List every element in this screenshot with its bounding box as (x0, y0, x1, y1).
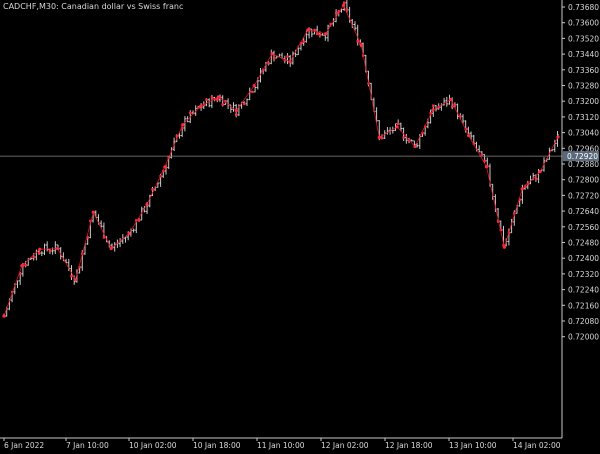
zigzag-point (377, 135, 381, 140)
price-tick-label: 0.72080 (568, 317, 599, 326)
zigzag-point (234, 109, 238, 113)
signal-marker (37, 251, 41, 255)
price-tick-label: 0.73440 (568, 50, 599, 59)
signal-marker (356, 40, 359, 43)
signal-marker (48, 249, 52, 253)
zigzag-point (73, 278, 78, 282)
current-price-label: 0.72920 (567, 152, 598, 161)
price-tick-label: 0.72480 (568, 239, 599, 248)
price-tick-label: 0.73520 (568, 34, 599, 43)
signal-marker (334, 11, 338, 15)
price-tick-label: 0.73120 (568, 113, 599, 122)
price-tick-label: 0.72560 (568, 223, 599, 232)
zigzag-point (145, 202, 149, 207)
signal-marker (402, 136, 405, 139)
signal-marker (534, 177, 538, 181)
zigzag-point (181, 123, 185, 127)
time-tick-label: 14 Jan 02:00 (513, 441, 561, 450)
zigzag-point (467, 133, 471, 138)
time-tick-label: 12 Jan 02:00 (321, 441, 369, 450)
signal-marker (70, 274, 73, 278)
zigzag-point (270, 52, 274, 56)
zigzag-point (538, 170, 542, 174)
signal-marker (272, 56, 276, 60)
time-tick-label: 13 Jan 10:00 (449, 441, 497, 450)
signal-marker (235, 113, 238, 116)
signal-marker (302, 40, 305, 43)
price-tick-label: 0.73360 (568, 66, 599, 75)
signal-marker (316, 32, 319, 35)
signal-marker (480, 153, 484, 156)
zigzag-point (556, 135, 560, 139)
price-chart[interactable]: 0.73680 0.73600 0.73520 0.73440 0.73360 0.732… (0, 0, 600, 450)
signal-marker (251, 90, 254, 94)
signal-marker (267, 62, 270, 65)
zigzag-point (91, 210, 95, 214)
zigzag-point (431, 108, 435, 112)
signal-marker (318, 33, 322, 37)
signal-marker (189, 111, 192, 115)
symbol-label: CADCHF,M30: (3, 2, 59, 11)
price-tick-label: 0.73680 (568, 3, 599, 12)
price-tick-label: 0.73280 (568, 82, 599, 91)
zigzag-point (198, 104, 203, 108)
zigzag-point (341, 3, 346, 7)
zigzag-point (484, 165, 489, 169)
signal-marker (343, 1, 346, 4)
time-tick-label: 10 Jan 02:00 (129, 441, 177, 450)
zigzag-point (395, 125, 399, 129)
time-tick-label: 6 Jan 2022 (4, 441, 44, 450)
signal-marker (286, 55, 289, 58)
zigzag-point (359, 44, 364, 48)
zigzag-point (216, 95, 221, 99)
zigzag-point (288, 60, 292, 64)
price-tick-label: 0.72880 (568, 160, 599, 169)
zigzag-point (306, 28, 310, 32)
signal-marker (451, 105, 454, 108)
price-tick-label: 0.73040 (568, 129, 599, 138)
signal-marker (210, 96, 214, 99)
signal-marker (216, 98, 219, 101)
signal-marker (397, 122, 400, 126)
price-tick-label: 0.73200 (568, 97, 599, 106)
price-tick-label: 0.72240 (568, 286, 599, 295)
signal-marker (432, 104, 435, 107)
zigzag-point (520, 187, 524, 191)
price-tick-label: 0.72320 (568, 270, 599, 279)
signal-marker (221, 103, 224, 106)
price-tick-label: 0.72720 (568, 191, 599, 200)
time-tick-label: 10 Jan 18:00 (193, 441, 241, 450)
chart-window[interactable]: 0.73680 0.73600 0.73520 0.73440 0.73360 0.732… (0, 0, 600, 450)
zigzag-point (56, 246, 60, 251)
zigzag-point (449, 98, 453, 102)
signal-marker (243, 102, 246, 105)
zigzag-point (502, 245, 506, 249)
zigzag-point (413, 144, 417, 149)
price-tick-label: 0.72640 (568, 207, 599, 216)
price-tick-label: 0.73600 (568, 19, 599, 28)
zigzag-point (324, 32, 328, 36)
price-tick-label: 0.72160 (568, 301, 599, 310)
chart-title: CADCHF,M30: Canadian dollar vs Swiss fra… (3, 2, 183, 11)
time-tick-label: 12 Jan 18:00 (385, 441, 433, 450)
price-tick-label: 0.72000 (568, 333, 599, 342)
signal-marker (380, 136, 384, 140)
zigzag-point (127, 231, 131, 236)
signal-marker (24, 263, 27, 267)
price-tick-label: 0.72400 (568, 254, 599, 263)
time-tick-label: 7 Jan 10:00 (66, 441, 109, 450)
time-tick-label: 11 Jan 10:00 (257, 441, 305, 450)
zigzag-point (20, 264, 24, 268)
signal-marker (32, 255, 35, 259)
zigzag-point (109, 246, 113, 251)
zigzag-point (163, 165, 167, 169)
zigzag-point (252, 84, 256, 88)
symbol-description: Canadian dollar vs Swiss franc (61, 2, 184, 11)
zigzag-point (2, 314, 6, 318)
signal-marker (102, 236, 106, 239)
price-tick-label: 0.72800 (568, 176, 599, 185)
zigzag-point (38, 247, 42, 251)
signal-marker (205, 98, 208, 101)
